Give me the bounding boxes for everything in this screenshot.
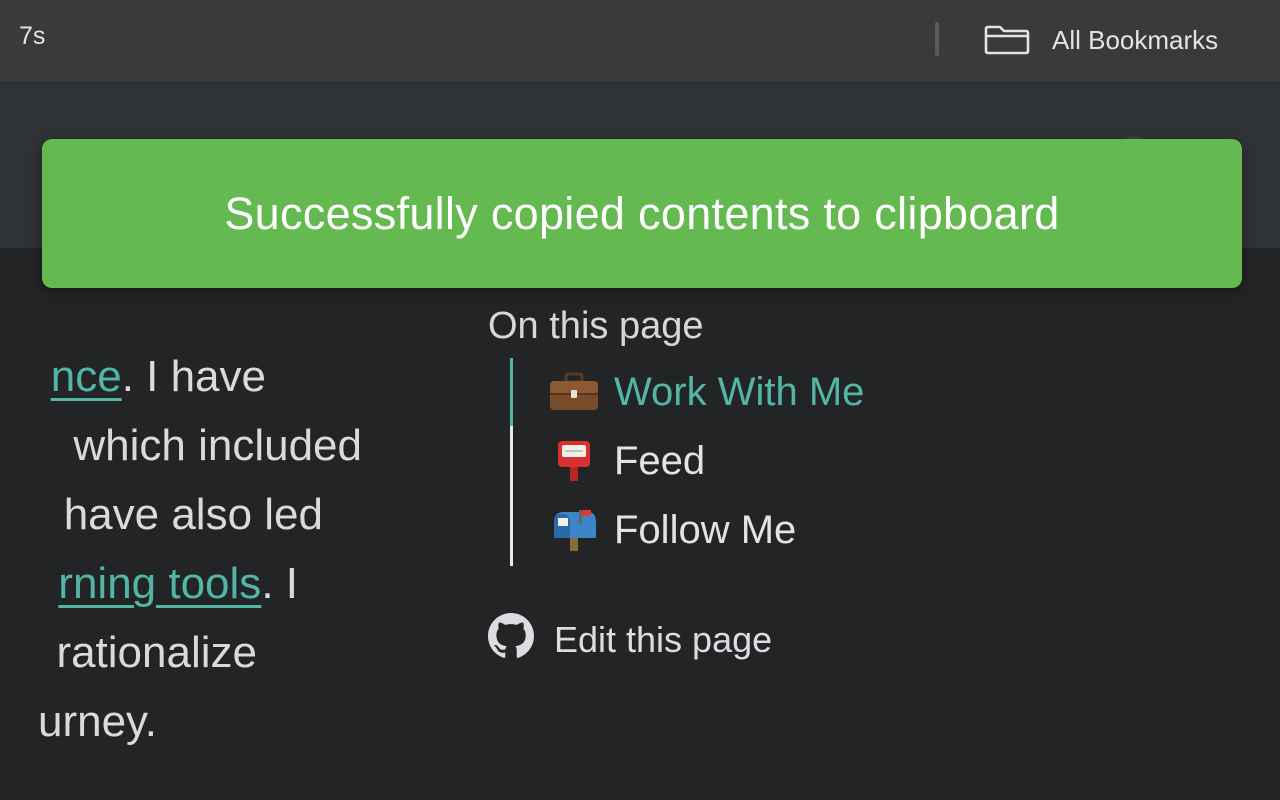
text-fragment: . I: [261, 559, 298, 608]
postbox-icon: [548, 435, 600, 487]
text-fragment: . I have: [121, 352, 266, 401]
toc-item-label: Follow Me: [614, 507, 797, 552]
toc-item-work-with-me[interactable]: Work With Me: [548, 358, 864, 426]
mailbox-icon: [548, 504, 600, 556]
toc-item-feed[interactable]: Feed: [548, 427, 705, 495]
text-fragment: have also led: [63, 490, 323, 539]
edit-page-link[interactable]: Edit this page: [488, 612, 773, 664]
toast-message: Successfully copied contents to clipboar…: [224, 187, 1060, 239]
bookmark-item[interactable]: 7s: [19, 22, 45, 51]
toc-title: On this page: [488, 305, 704, 347]
edit-link-label: Edit this page: [554, 619, 773, 660]
folder-icon: [984, 25, 1030, 55]
bookmarks-divider: [935, 22, 939, 56]
bookmarks-bar: 7s All Bookmarks: [0, 0, 1280, 84]
text-line: urney.: [0, 687, 470, 756]
copy-success-toast[interactable]: Successfully copied contents to clipboar…: [42, 139, 1242, 288]
toc-item-label: Feed: [614, 438, 706, 483]
text-fragment: rationalize: [56, 628, 257, 677]
briefcase-icon: [548, 366, 600, 418]
all-bookmarks-label: All Bookmarks: [1052, 24, 1219, 55]
article-text: nce. I have which included have also led…: [0, 342, 470, 756]
github-icon: [488, 612, 534, 668]
toc-item-follow-me[interactable]: Follow Me: [548, 496, 796, 564]
table-of-contents: On this page Work With Me Feed Follow Me: [488, 300, 864, 566]
inline-link[interactable]: nce: [51, 352, 122, 401]
all-bookmarks-button[interactable]: All Bookmarks: [984, 20, 1218, 60]
text-line: rationalize: [0, 618, 470, 687]
text-line: rning tools. I: [0, 549, 470, 618]
text-line: have also led: [0, 480, 470, 549]
toc-item-label: Work With Me: [614, 369, 865, 414]
text-line: nce. I have: [0, 342, 470, 411]
text-fragment: urney.: [37, 697, 157, 746]
inline-link[interactable]: rning tools: [58, 559, 261, 608]
text-line: which included: [0, 411, 470, 480]
toc-active-indicator: [510, 358, 513, 426]
toc-list: Work With Me Feed Follow Me: [510, 358, 990, 566]
text-fragment: which included: [73, 421, 362, 470]
